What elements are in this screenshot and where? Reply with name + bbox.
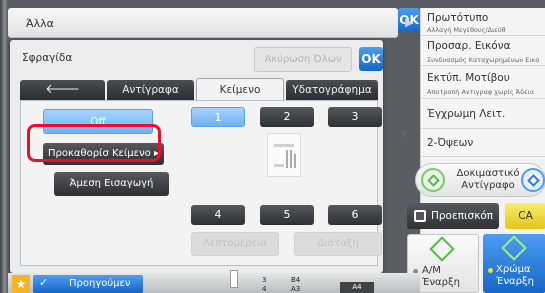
function-item-original[interactable]: Πρωτότυπο Αλλαγή Μεγέθους/Διεύθ [421,8,545,36]
position-2-button[interactable]: 2 [260,107,314,127]
cancel-all-button[interactable]: Ακύρωση Όλων [254,47,352,72]
preview-color-icon [521,168,545,192]
dialog-ok-button[interactable]: OK [359,47,383,71]
expand-arrow-icon[interactable]: ▶ [405,16,413,29]
function-item-image-adjust[interactable]: Προσαρ. Εικόνα Συνδυασμός Καταχωρημένων … [421,36,545,66]
start-diamond-icon [501,235,527,261]
color-start-button[interactable]: Χρώμα Έναρξη [483,234,545,293]
position-6-button[interactable]: 6 [328,205,382,225]
details-button[interactable]: Λεπτομέρεια [191,232,279,256]
position-1-button[interactable]: 1 [191,107,245,127]
check-icon: ✓ [39,276,49,289]
position-5-button[interactable]: 5 [260,205,314,225]
preview-copy-button[interactable]: Δοκιμαστικό Αντίγραφο [415,163,545,197]
page-layout-preview-icon [267,133,301,177]
position-3-button[interactable]: 3 [328,107,382,127]
position-4-button[interactable]: 4 [191,205,245,225]
scroll-down-icon[interactable]: ▼ [396,130,412,144]
start-diamond-icon [429,236,455,262]
layout-button[interactable]: Διάταξη [294,232,382,256]
preview-button[interactable]: Προεπισκόπ [407,203,499,229]
tab-text[interactable]: Κείμενο [196,78,284,101]
previous-settings-button[interactable]: ✓ Προηγούμεν [33,275,143,293]
direct-entry-button[interactable]: Άμεση Εισαγωγή [54,172,169,196]
preview-copy-label: Δοκιμαστικό Αντίγραφο [456,168,520,191]
stamp-tabs: 🡐 Αντίγραφα Κείμενο Υδατογράφημα [20,78,378,101]
tab-watermark[interactable]: Υδατογράφημα [286,80,378,100]
back-tab[interactable]: 🡐 [20,80,105,100]
left-edge [0,0,8,293]
ca-button[interactable]: CA [505,203,545,229]
function-item-pattern-print[interactable]: Εκτύπ. Μοτίβου Αποτροπή Αντιγραφ χωρίς Ά… [421,66,545,99]
header-bar: Άλλα [8,8,398,38]
function-item-duplex[interactable]: 2-Όψεων [421,129,545,157]
function-item-color-mode[interactable]: Έγχρωμη Λειτ. [421,99,545,129]
preview-icon [414,210,426,222]
highlight-box [27,124,161,162]
favorite-star-icon[interactable]: ★ [12,275,30,293]
paper-size-badge: A4 [340,282,374,293]
tray-icon [230,270,238,288]
dialog-title: Σφραγίδα [22,52,73,64]
header-title: Άλλα [26,17,54,30]
back-arrow-icon: 🡐 [45,82,80,97]
tab-copies[interactable]: Αντίγραφα [107,80,194,100]
preview-diamond-icon [421,168,445,192]
right-function-panel: ▶ Πρωτότυπο Αλλαγή Μεγέθους/Διεύθ Προσαρ… [405,8,545,293]
